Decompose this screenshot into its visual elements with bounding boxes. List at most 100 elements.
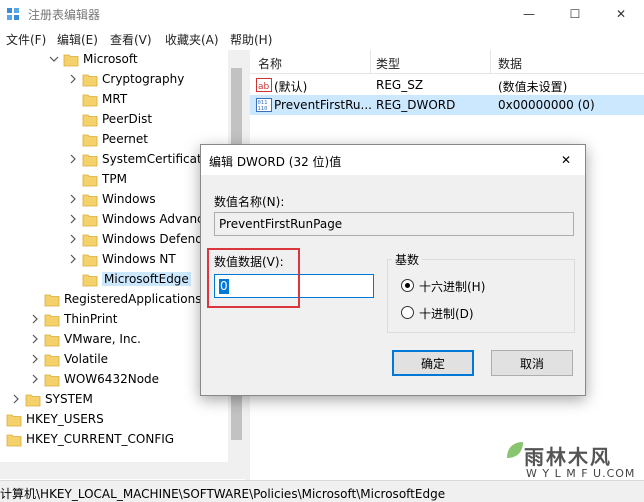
folder-icon xyxy=(44,294,60,307)
value-type: REG_SZ xyxy=(376,78,424,92)
tree-node-label: ThinPrint xyxy=(64,312,118,326)
column-data[interactable]: 数据 xyxy=(498,55,522,72)
dialog-close-button[interactable]: ✕ xyxy=(553,149,579,171)
value-data: (数值未设置) xyxy=(498,80,568,94)
decimal-radio[interactable] xyxy=(401,306,414,319)
value-row-preventfirstrun[interactable]: 011 110 PreventFirstRu... REG_DWORD 0x00… xyxy=(250,95,644,115)
menu-favorites[interactable]: 收藏夹(A) xyxy=(165,31,219,48)
ok-button[interactable]: 确定 xyxy=(392,350,474,376)
value-name: (默认) xyxy=(274,80,308,94)
watermark-url: W Y L M F U.COM xyxy=(526,467,636,480)
watermark-leaf-icon xyxy=(507,442,523,458)
folder-icon xyxy=(44,374,60,387)
column-type[interactable]: 类型 xyxy=(376,55,400,72)
window-title: 注册表编辑器 xyxy=(28,8,101,22)
menu-help[interactable]: 帮助(H) xyxy=(230,31,272,48)
folder-icon xyxy=(82,154,98,167)
base-group-title: 基数 xyxy=(392,251,423,268)
column-divider[interactable] xyxy=(490,50,491,74)
tree-node[interactable]: MRT xyxy=(0,90,245,110)
folder-icon xyxy=(82,94,98,107)
tree-node-label: HKEY_CURRENT_CONFIG xyxy=(26,432,175,446)
tree-node-label: Cryptography xyxy=(102,72,185,86)
close-icon: ✕ xyxy=(560,153,572,167)
chevron-right-icon[interactable] xyxy=(68,254,78,264)
value-row-default[interactable]: ab (默认) REG_SZ (数值未设置) xyxy=(250,75,644,95)
folder-icon xyxy=(82,134,98,147)
chevron-right-icon[interactable] xyxy=(68,74,78,84)
menu-view[interactable]: 查看(V) xyxy=(110,31,152,48)
minimize-icon: — xyxy=(523,7,535,21)
chevron-right-icon[interactable] xyxy=(30,374,40,384)
tree-node[interactable]: PeerDist xyxy=(0,110,245,130)
tree-node-label: RegisteredApplications xyxy=(64,292,202,306)
highlight-annotation-box xyxy=(207,248,300,308)
decimal-radio-label[interactable]: 十进制(D) xyxy=(419,305,474,322)
regedit-app-icon xyxy=(7,8,19,20)
menu-edit[interactable]: 编辑(E) xyxy=(57,31,98,48)
chevron-right-icon[interactable] xyxy=(68,214,78,224)
cancel-button[interactable]: 取消 xyxy=(491,350,573,376)
value-type: REG_DWORD xyxy=(376,98,456,112)
tree-node[interactable]: HKEY_CURRENT_CONFIG xyxy=(0,430,245,450)
list-header: 名称 类型 数据 xyxy=(250,50,644,74)
folder-icon xyxy=(82,194,98,207)
tree-node-label: TPM xyxy=(102,172,127,186)
chevron-right-icon[interactable] xyxy=(68,194,78,204)
registry-path: 计算机\HKEY_LOCAL_MACHINE\SOFTWARE\Policies… xyxy=(0,487,446,501)
maximize-button[interactable]: ☐ xyxy=(552,0,598,28)
string-value-icon: ab xyxy=(256,78,272,92)
hex-radio-label[interactable]: 十六进制(H) xyxy=(419,278,485,295)
value-name: PreventFirstRu... xyxy=(274,98,372,112)
menu-bar: 文件(F) 编辑(E) 查看(V) 收藏夹(A) 帮助(H) xyxy=(0,28,644,50)
close-icon: ✕ xyxy=(615,7,627,21)
chevron-right-icon[interactable] xyxy=(68,154,78,164)
tree-node[interactable]: Microsoft xyxy=(0,50,245,70)
close-button[interactable]: ✕ xyxy=(598,0,644,28)
value-name-field[interactable]: PreventFirstRunPage xyxy=(214,212,574,236)
value-name-label: 数值名称(N): xyxy=(214,195,285,209)
chevron-right-icon[interactable] xyxy=(0,434,2,444)
tree-node[interactable]: HKEY_USERS xyxy=(0,410,245,430)
chevron-right-icon[interactable] xyxy=(68,234,78,244)
chevron-right-icon[interactable] xyxy=(11,394,21,404)
dword-value-icon: 011 110 xyxy=(256,98,272,112)
tree-node-label: MRT xyxy=(102,92,128,106)
folder-icon xyxy=(63,54,79,67)
tree-node-label: SystemCertificates xyxy=(102,152,216,166)
tree-node-label: Volatile xyxy=(64,352,109,366)
tree-node-label: Microsoft xyxy=(83,52,138,66)
folder-icon xyxy=(82,114,98,127)
folder-icon xyxy=(6,414,22,427)
tree-node-label: VMware, Inc. xyxy=(64,332,141,346)
tree-node-label: MicrosoftEdge xyxy=(102,272,191,286)
folder-icon xyxy=(82,214,98,227)
minimize-button[interactable]: — xyxy=(506,0,552,28)
tree-node[interactable]: Cryptography xyxy=(0,70,245,90)
chevron-down-icon[interactable] xyxy=(49,54,59,64)
watermark-text: 雨林木风 xyxy=(524,445,612,469)
tree-node-label: PeerDist xyxy=(102,112,153,126)
hex-radio[interactable] xyxy=(401,279,414,292)
svg-text:110: 110 xyxy=(258,106,268,112)
tree-node-label: SYSTEM xyxy=(45,392,93,406)
folder-icon xyxy=(44,334,60,347)
chevron-right-icon[interactable] xyxy=(30,334,40,344)
tree-horizontal-scrollbar[interactable] xyxy=(0,462,245,479)
chevron-right-icon[interactable] xyxy=(30,354,40,364)
chevron-right-icon[interactable] xyxy=(0,414,2,424)
folder-icon xyxy=(82,274,98,287)
chevron-right-icon[interactable] xyxy=(30,314,40,324)
base-groupbox: 基数 xyxy=(387,251,575,333)
value-data: 0x00000000 (0) xyxy=(498,98,595,112)
status-bar: 计算机\HKEY_LOCAL_MACHINE\SOFTWARE\Policies… xyxy=(0,480,644,502)
folder-icon xyxy=(82,174,98,187)
dialog-title: 编辑 DWORD (32 位)值 xyxy=(209,155,342,169)
folder-icon xyxy=(82,74,98,87)
folder-icon xyxy=(82,254,98,267)
column-name[interactable]: 名称 xyxy=(258,55,282,72)
tree-node-label: HKEY_USERS xyxy=(26,412,104,426)
column-divider[interactable] xyxy=(370,50,371,74)
menu-file[interactable]: 文件(F) xyxy=(6,31,46,48)
title-bar: 注册表编辑器 — ☐ ✕ xyxy=(0,0,644,28)
